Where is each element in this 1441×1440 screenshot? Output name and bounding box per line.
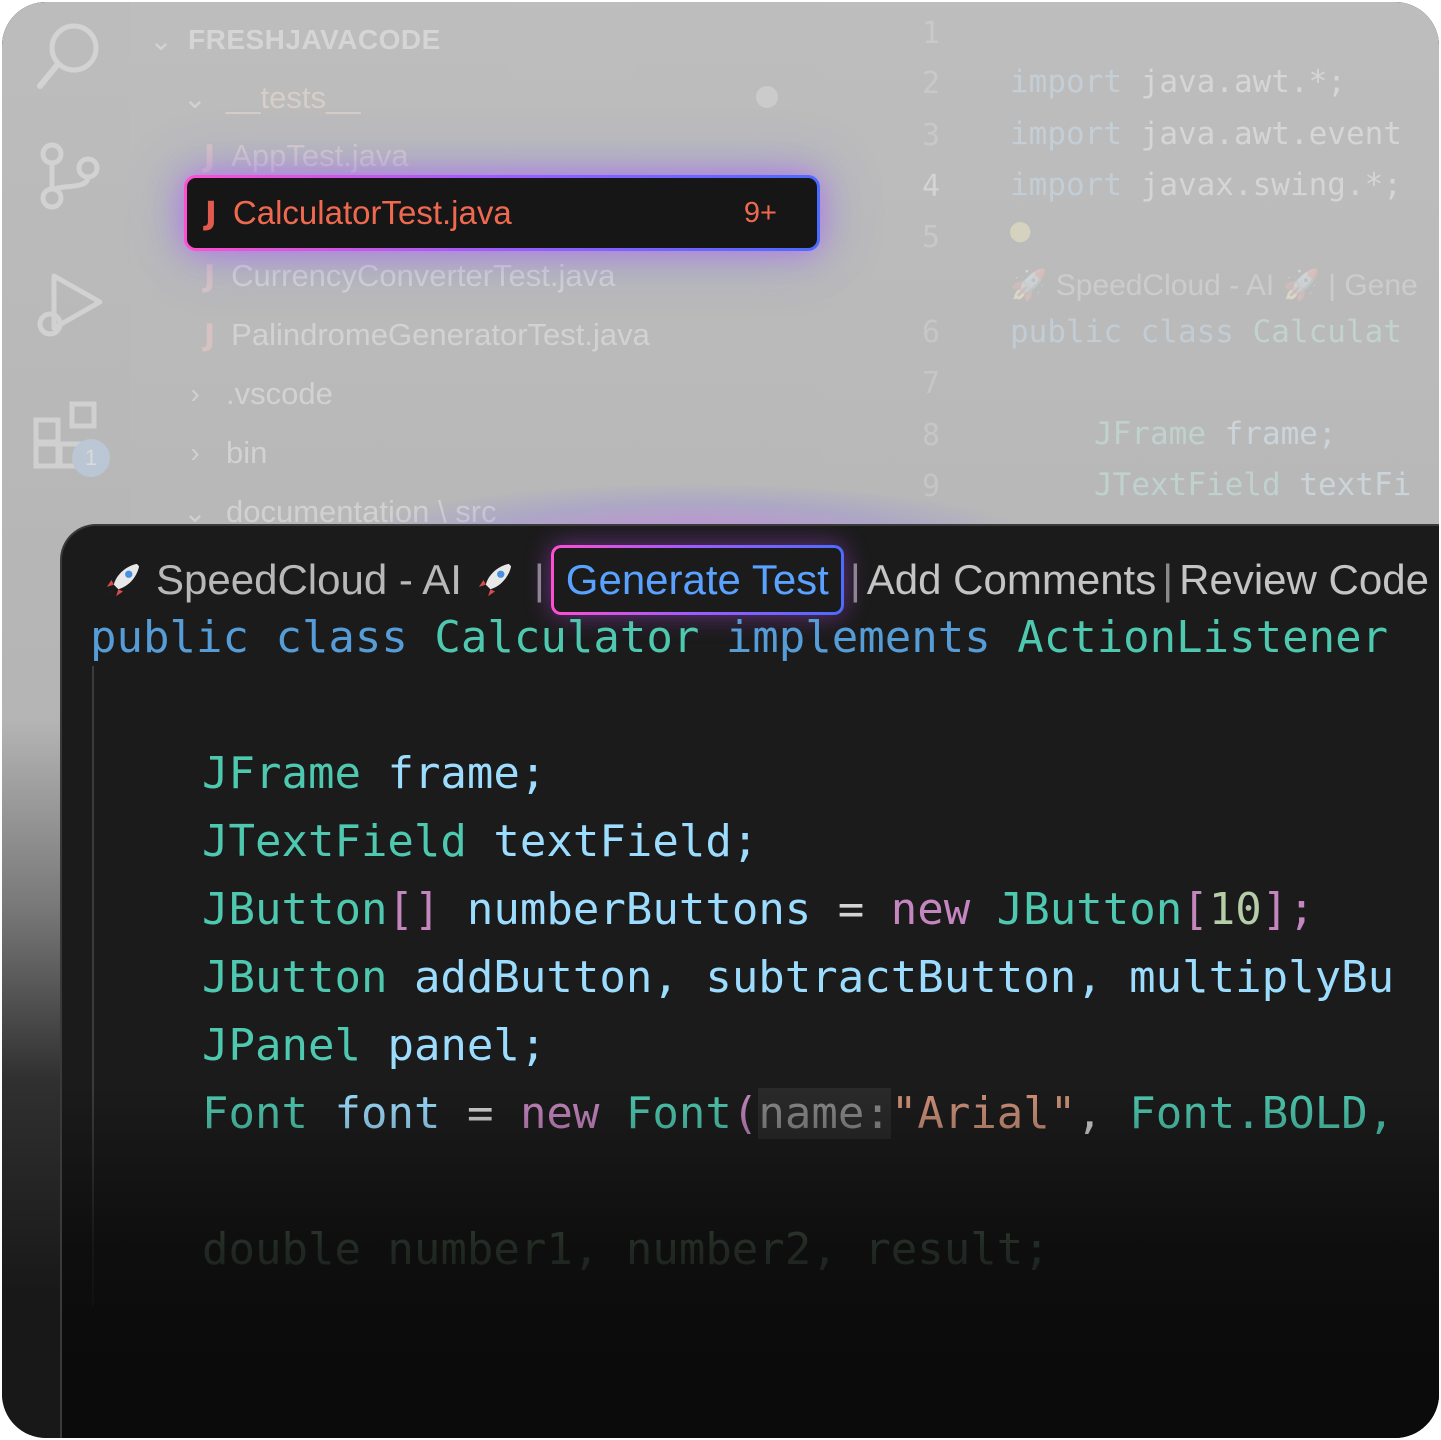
- modified-dot-icon: [756, 86, 778, 108]
- explorer-root[interactable]: ⌄ FRESHJAVACODE: [146, 12, 441, 68]
- code-line-4: import javax.swing.*;: [1010, 167, 1402, 203]
- code-line-jbutton-ops: JButton addButton, subtractButton, multi…: [202, 952, 1395, 1003]
- problems-count-badge: 9+: [743, 196, 777, 229]
- code-line-jframe: JFrame frame;: [202, 748, 547, 799]
- tree-item-vscode-folder[interactable]: › .vscode: [180, 366, 333, 422]
- review-code-button[interactable]: Review Code: [1179, 556, 1429, 604]
- tree-item-tests-folder[interactable]: ⌄ __tests__: [180, 70, 360, 126]
- code-line-9: JTextField textFi: [1094, 467, 1412, 503]
- tree-item-label: .vscode: [226, 376, 333, 411]
- extensions-badge: 1: [72, 439, 110, 477]
- codelens-separator: |: [849, 556, 861, 603]
- tree-item-label: bin: [226, 435, 268, 470]
- generate-test-button[interactable]: Generate Test: [551, 545, 844, 615]
- code-class-declaration: public class Calculator implements Actio…: [90, 612, 1389, 663]
- code-line-8: JFrame frame;: [1094, 416, 1337, 452]
- chevron-down-icon: ⌄: [183, 82, 207, 114]
- rocket-icon: [106, 563, 140, 597]
- java-file-icon: J: [205, 194, 217, 232]
- search-icon[interactable]: [30, 16, 110, 96]
- codelens-separator: |: [533, 556, 545, 603]
- line-number: 8: [921, 418, 940, 453]
- tree-item-label: CurrencyConverterTest.java: [231, 258, 616, 293]
- zoomed-code-panel: SpeedCloud - AI | Generate Test | Add Co…: [60, 524, 1439, 1438]
- selected-file-label: CalculatorTest.java: [232, 194, 512, 231]
- java-file-icon: J: [204, 138, 216, 174]
- codelens-separator: |: [1162, 556, 1174, 603]
- chevron-down-icon: ⌄: [149, 24, 173, 56]
- source-control-icon[interactable]: [30, 138, 110, 218]
- app-frame: 1 ⌄ FRESHJAVACODE ⌄ __tests__ J AppTest.…: [2, 2, 1439, 1438]
- parameter-hint: name:: [758, 1088, 891, 1139]
- code-line-jbutton-array: JButton[] numberButtons = new JButton[10…: [202, 884, 1315, 935]
- line-number: 9: [921, 469, 940, 504]
- tree-item-label: AppTest.java: [231, 138, 409, 173]
- codelens-small[interactable]: 🚀 SpeedCloud - AI 🚀 | Gene: [1010, 268, 1418, 303]
- tree-item-palindromegeneratortest[interactable]: J PalindromeGeneratorTest.java: [204, 307, 650, 363]
- code-line-double: double number1, number2, result;: [202, 1224, 1050, 1275]
- tree-item-currencyconvertertest[interactable]: J CurrencyConverterTest.java: [204, 248, 615, 304]
- chevron-right-icon: ›: [190, 437, 200, 468]
- line-number-active: 4: [921, 169, 940, 204]
- line-number: 1: [921, 16, 940, 51]
- tree-item-calculatortest-highlighted[interactable]: J CalculatorTest.java 9+: [184, 175, 820, 251]
- line-number: 6: [921, 315, 940, 350]
- tree-item-label: __tests__: [226, 80, 361, 115]
- add-comments-button[interactable]: Add Comments: [867, 556, 1156, 604]
- code-line-6: public class Calculat: [1010, 314, 1402, 350]
- code-line-jpanel: JPanel panel;: [202, 1020, 547, 1071]
- line-number: 7: [921, 366, 940, 401]
- line-number: 3: [921, 118, 940, 153]
- tree-item-label: PalindromeGeneratorTest.java: [231, 317, 650, 352]
- line-number: 2: [921, 66, 940, 101]
- codelens-bar: SpeedCloud - AI | Generate Test | Add Co…: [90, 548, 1429, 612]
- java-file-icon: J: [204, 317, 216, 353]
- codelens-brand: SpeedCloud - AI: [156, 556, 462, 603]
- java-file-icon: J: [204, 258, 216, 294]
- lightbulb-icon[interactable]: ●: [1010, 210, 1030, 250]
- code-line-2: import java.awt.*;: [1010, 64, 1346, 100]
- line-number: 5: [921, 220, 940, 255]
- indent-guide: [92, 666, 94, 1306]
- code-line-font: Font font = new Font(name:"Arial", Font.…: [202, 1088, 1395, 1139]
- rocket-icon: [478, 563, 511, 597]
- run-debug-icon[interactable]: [30, 264, 110, 344]
- chevron-right-icon: ›: [190, 378, 200, 409]
- root-label: FRESHJAVACODE: [188, 24, 441, 55]
- code-line-jtextfield: JTextField textField;: [202, 816, 759, 867]
- code-line-3: import java.awt.event: [1010, 116, 1402, 152]
- tree-item-bin-folder[interactable]: › bin: [180, 425, 267, 481]
